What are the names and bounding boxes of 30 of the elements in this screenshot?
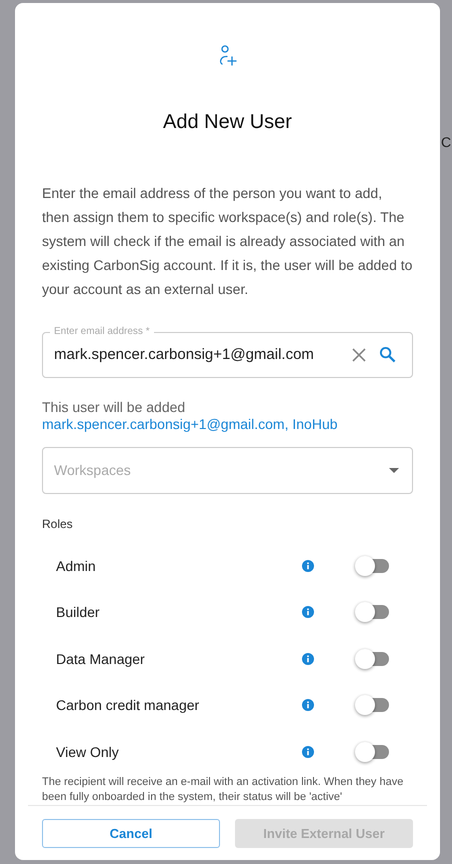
email-field[interactable]: Enter email address * mark.spencer.carbonsig+1@gmail.com: [42, 325, 413, 378]
search-icon[interactable]: [379, 346, 396, 364]
intro-text: Enter the email address of the person you want to add, then assign them to specific workspace(s) and role(s). The system will check if the email is already associated with an existing CarbonSig account. If it is, the user will be added to your account as an external user.: [42, 184, 413, 299]
info-icon[interactable]: [302, 606, 314, 618]
workspaces-select[interactable]: Workspaces: [42, 447, 413, 494]
info-icon[interactable]: [302, 699, 314, 712]
role-toggle[interactable]: [357, 652, 389, 666]
role-label: Carbon credit manager: [56, 697, 200, 714]
field-label: Enter email address *: [53, 325, 151, 339]
role-toggle[interactable]: [357, 698, 389, 712]
role-toggle[interactable]: [357, 605, 389, 620]
role-label: Builder: [56, 604, 101, 620]
background-text: C: [441, 134, 452, 150]
role-toggle[interactable]: [357, 558, 389, 573]
clear-icon[interactable]: [352, 348, 366, 362]
footnote-text: The recipient will receive an e-mail with an activation link. When they have been fully onboarded in the system, their status will be 'active': [42, 775, 404, 805]
dialog-title: Add New User: [162, 110, 293, 134]
result-value: mark.spencer.carbonsig+1@gmail.com, InoHub: [42, 416, 338, 434]
info-icon[interactable]: [302, 746, 314, 758]
info-icon[interactable]: [302, 560, 314, 572]
role-label: Data Manager: [56, 650, 146, 667]
role-label: Admin: [56, 558, 97, 574]
caret-icon: [389, 468, 399, 473]
field-value: mark.spencer.carbonsig+1@gmail.com: [54, 346, 315, 364]
role-label: View Only: [56, 744, 120, 760]
roles-label: Roles: [42, 516, 73, 530]
info-icon[interactable]: [302, 652, 314, 665]
cancel-button[interactable]: Cancel: [42, 819, 220, 848]
result-note: This user will be added: [42, 399, 186, 416]
role-toggle[interactable]: [357, 744, 389, 759]
